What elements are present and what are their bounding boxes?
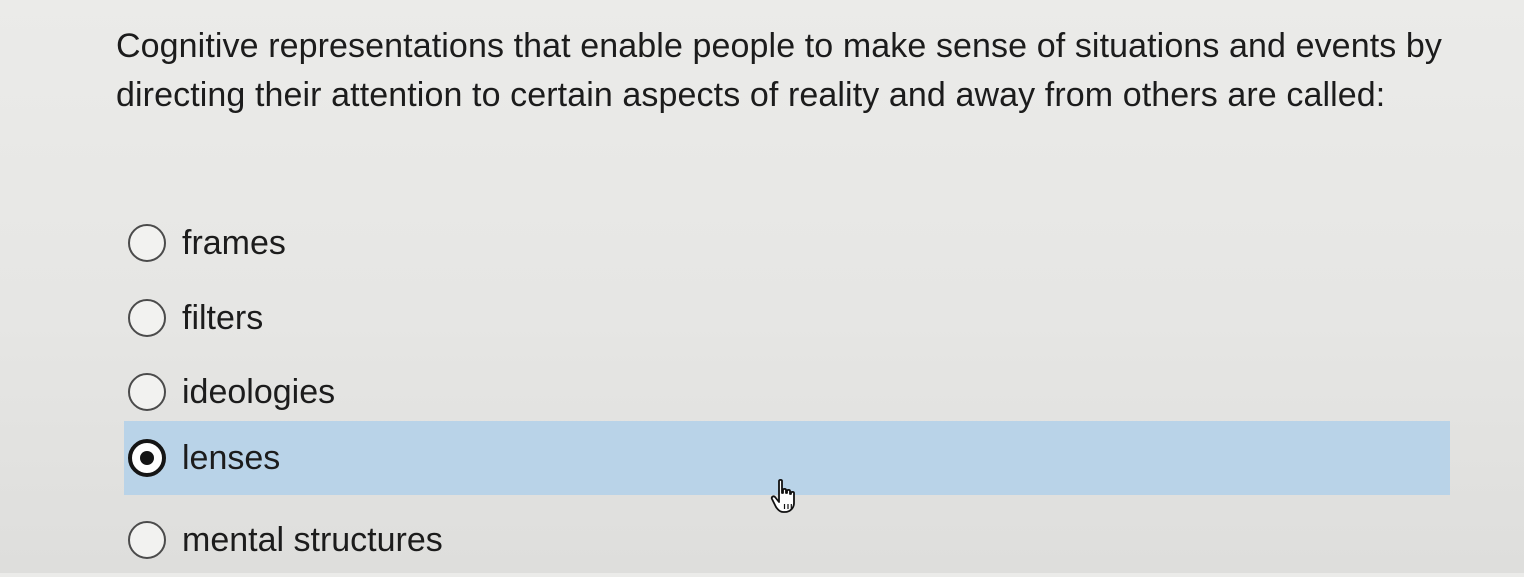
hand-pointer-icon bbox=[770, 478, 800, 514]
option-filters[interactable]: filters bbox=[124, 281, 263, 355]
option-label: filters bbox=[182, 299, 264, 337]
answer-options: frames filters ideologies lenses mental … bbox=[0, 0, 1524, 573]
option-label: lenses bbox=[182, 439, 281, 477]
option-label: frames bbox=[182, 224, 286, 262]
radio-dot-icon bbox=[140, 451, 154, 465]
option-label: ideologies bbox=[182, 373, 336, 411]
radio-button-unchecked[interactable] bbox=[128, 224, 166, 262]
option-ideologies[interactable]: ideologies bbox=[124, 355, 335, 429]
radio-button-unchecked[interactable] bbox=[128, 299, 166, 337]
option-label: mental structures bbox=[182, 521, 443, 559]
option-frames[interactable]: frames bbox=[124, 206, 286, 280]
radio-button-checked[interactable] bbox=[128, 439, 166, 477]
radio-button-unchecked[interactable] bbox=[128, 521, 166, 559]
option-mental-structures[interactable]: mental structures bbox=[124, 503, 443, 577]
radio-button-unchecked[interactable] bbox=[128, 373, 166, 411]
